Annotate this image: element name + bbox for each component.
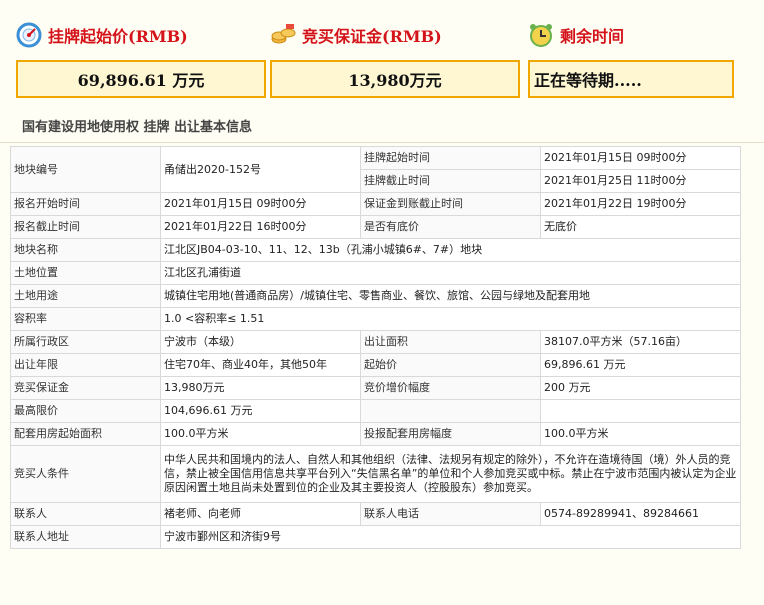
start-price-value: 69,896.61 万元	[16, 60, 266, 98]
label-conditions: 竞买人条件	[10, 445, 161, 503]
value-housing-incr: 100.0平方米	[540, 422, 741, 446]
deposit-value: 13,980万元	[270, 60, 520, 98]
deposit-title: 竞买保证金(RMB)	[302, 27, 442, 46]
label-bid-deposit: 竞买保证金	[10, 376, 161, 400]
label-housing-start: 配套用房起始面积	[10, 422, 161, 446]
remaining-value: 正在等待期.....	[528, 60, 734, 98]
price-gauge-icon	[16, 22, 42, 48]
label-location: 土地位置	[10, 261, 161, 285]
value-housing-start: 100.0平方米	[160, 422, 361, 446]
value-max-price: 104,696.61 万元	[160, 399, 361, 423]
table-row: 土地位置 江北区孔浦街道	[10, 261, 741, 285]
label-list-start: 挂牌起始时间	[360, 146, 541, 170]
label-contact: 联系人	[10, 502, 161, 526]
value-district: 宁波市（本级）	[160, 330, 361, 354]
label-reg-end: 报名截止时间	[10, 215, 161, 239]
value-conditions: 中华人民共和国境内的法人、自然人和其他组织（法律、法规另有规定的除外），不允许在…	[160, 445, 741, 503]
value-term: 住宅70年、商业40年，其他50年	[160, 353, 361, 377]
land-info-table: 地块编号 甬储出2020-152号 挂牌起始时间 2021年01月15日 09时…	[10, 146, 741, 549]
value-bid-deposit: 13,980万元	[160, 376, 361, 400]
start-price-title: 挂牌起始价(RMB)	[48, 27, 188, 46]
alarm-clock-icon	[530, 24, 552, 47]
label-phone: 联系人电话	[360, 502, 541, 526]
table-row: 容积率 1.0 <容积率≤ 1.51	[10, 307, 741, 331]
empty-cell	[540, 399, 741, 423]
table-row: 地块编号 甬储出2020-152号 挂牌起始时间 2021年01月15日 09时…	[10, 146, 741, 193]
value-reg-end: 2021年01月22日 16时00分	[160, 215, 361, 239]
label-district: 所属行政区	[10, 330, 161, 354]
label-far: 容积率	[10, 307, 161, 331]
label-list-end: 挂牌截止时间	[360, 169, 541, 193]
label-deposit-deadline: 保证金到账截止时间	[360, 192, 541, 216]
value-list-start: 2021年01月15日 09时00分	[540, 146, 741, 170]
label-area: 出让面积	[360, 330, 541, 354]
value-list-end: 2021年01月25日 11时00分	[540, 169, 741, 193]
value-usage: 城镇住宅用地(普通商品房）/城镇住宅、零售商业、餐饮、旅馆、公园与绿地及配套用地	[160, 284, 741, 308]
deposit-card: 竞买保证金(RMB) 13,980万元	[270, 18, 520, 98]
label-housing-incr: 投报配套用房幅度	[360, 422, 541, 446]
remaining-title: 剩余时间	[560, 27, 625, 46]
value-start-price: 69,896.61 万元	[540, 353, 741, 377]
table-row: 竞买保证金 13,980万元 竞价增价幅度 200 万元	[10, 376, 741, 400]
table-row: 所属行政区 宁波市（本级） 出让面积 38107.0平方米（57.16亩）	[10, 330, 741, 354]
label-parcel-no: 地块编号	[10, 146, 161, 193]
value-increment: 200 万元	[540, 376, 741, 400]
summary-bar: 挂牌起始价(RMB) 69,896.61 万元 竞买保证金(RMB) 13,98…	[0, 0, 764, 110]
value-contact: 褚老师、向老师	[160, 502, 361, 526]
value-address: 宁波市鄞州区和济街9号	[160, 525, 741, 549]
value-parcel-name: 江北区JB04-03-10、11、12、13b（孔浦小城镇6#、7#）地块	[160, 238, 741, 262]
label-usage: 土地用途	[10, 284, 161, 308]
label-address: 联系人地址	[10, 525, 161, 549]
section-title: 国有建设用地使用权 挂牌 出让基本信息	[0, 113, 764, 143]
label-parcel-name: 地块名称	[10, 238, 161, 262]
value-area: 38107.0平方米（57.16亩）	[540, 330, 741, 354]
table-row: 出让年限 住宅70年、商业40年，其他50年 起始价 69,896.61 万元	[10, 353, 741, 377]
remaining-card: 剩余时间 正在等待期.....	[528, 18, 734, 98]
value-parcel-no: 甬储出2020-152号	[160, 146, 361, 193]
value-reserve: 无底价	[540, 215, 741, 239]
empty-cell	[360, 399, 541, 423]
value-location: 江北区孔浦街道	[160, 261, 741, 285]
value-reg-start: 2021年01月15日 09时00分	[160, 192, 361, 216]
table-row: 最高限价 104,696.61 万元	[10, 399, 741, 423]
label-reserve: 是否有底价	[360, 215, 541, 239]
label-max-price: 最高限价	[10, 399, 161, 423]
table-row: 土地用途 城镇住宅用地(普通商品房）/城镇住宅、零售商业、餐饮、旅馆、公园与绿地…	[10, 284, 741, 308]
table-row: 配套用房起始面积 100.0平方米 投报配套用房幅度 100.0平方米	[10, 422, 741, 446]
label-term: 出让年限	[10, 353, 161, 377]
table-row: 联系人 褚老师、向老师 联系人电话 0574-89289941、89284661	[10, 502, 741, 526]
table-row: 联系人地址 宁波市鄞州区和济街9号	[10, 525, 741, 549]
value-far: 1.0 <容积率≤ 1.51	[160, 307, 741, 331]
table-row: 地块名称 江北区JB04-03-10、11、12、13b（孔浦小城镇6#、7#）…	[10, 238, 741, 262]
table-row: 报名开始时间 2021年01月15日 09时00分 保证金到账截止时间 2021…	[10, 192, 741, 216]
table-row: 报名截止时间 2021年01月22日 16时00分 是否有底价 无底价	[10, 215, 741, 239]
label-start-price: 起始价	[360, 353, 541, 377]
value-phone: 0574-89289941、89284661	[540, 502, 741, 526]
value-deposit-deadline: 2021年01月22日 19时00分	[540, 192, 741, 216]
table-row: 竞买人条件 中华人民共和国境内的法人、自然人和其他组织（法律、法规另有规定的除外…	[10, 445, 741, 503]
label-increment: 竞价增价幅度	[360, 376, 541, 400]
start-price-card: 挂牌起始价(RMB) 69,896.61 万元	[16, 18, 266, 98]
coins-icon	[271, 24, 296, 44]
label-reg-start: 报名开始时间	[10, 192, 161, 216]
